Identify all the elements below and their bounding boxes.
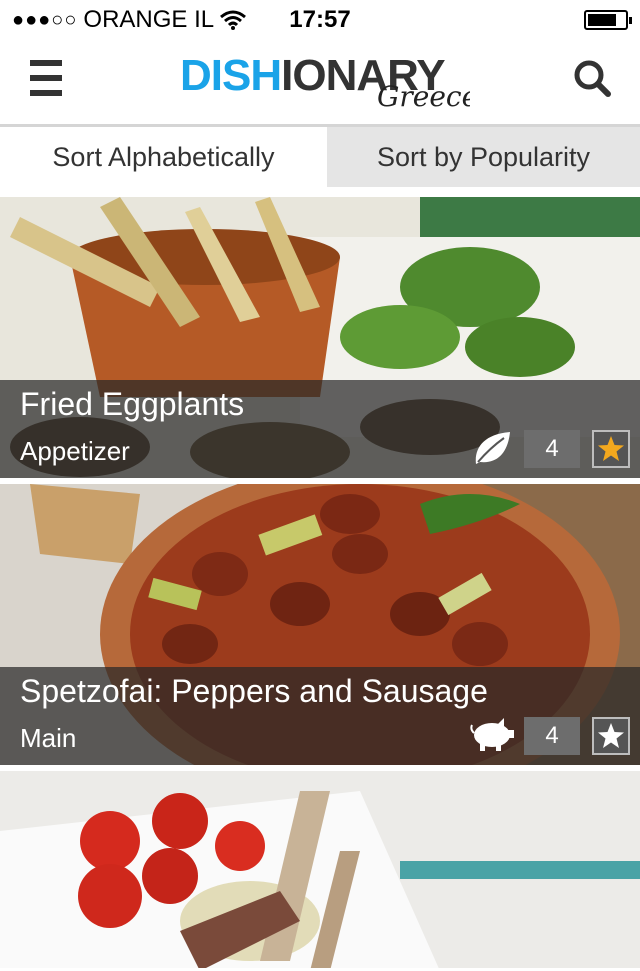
star-icon [598, 723, 624, 748]
search-icon[interactable] [572, 58, 612, 98]
dish-photo [0, 771, 640, 968]
battery-icon [584, 10, 632, 30]
sort-tabs: Sort Alphabetically Sort by Popularity [0, 127, 640, 187]
dish-title: Fried Eggplants [20, 386, 245, 422]
dish-category: Main [20, 723, 77, 753]
star-icon [598, 436, 624, 461]
tab-sort-alphabetically[interactable]: Sort Alphabetically [0, 127, 327, 187]
dish-card[interactable]: Fried Eggplants Appetizer 4 [0, 197, 640, 481]
pig-icon [470, 718, 514, 751]
clock: 17:57 [289, 6, 351, 33]
popularity-count: 4 [524, 430, 580, 468]
popularity-count: 4 [524, 717, 580, 755]
dish-card[interactable]: Spetzofai: Peppers and Sausage Main 4 [0, 484, 640, 768]
tab-sort-by-popularity[interactable]: Sort by Popularity [327, 127, 640, 187]
dish-card[interactable] [0, 771, 640, 971]
favorite-button[interactable] [592, 717, 630, 755]
app-header: DISHIONARY Greece [0, 40, 640, 127]
dishionary-logo[interactable]: DISHIONARY Greece [180, 50, 470, 110]
dish-category: Appetizer [20, 436, 130, 466]
favorite-button[interactable] [592, 430, 630, 468]
menu-icon[interactable] [30, 60, 62, 96]
svg-text:Greece: Greece [377, 80, 470, 110]
dish-info-overlay: Fried Eggplants Appetizer 4 [0, 380, 640, 478]
leaf-icon [475, 432, 510, 464]
dish-title: Spetzofai: Peppers and Sausage [20, 673, 488, 709]
status-bar: ●●●○○ ORANGE IL 17:57 [0, 0, 640, 40]
dish-info-overlay: Spetzofai: Peppers and Sausage Main 4 [0, 667, 640, 765]
